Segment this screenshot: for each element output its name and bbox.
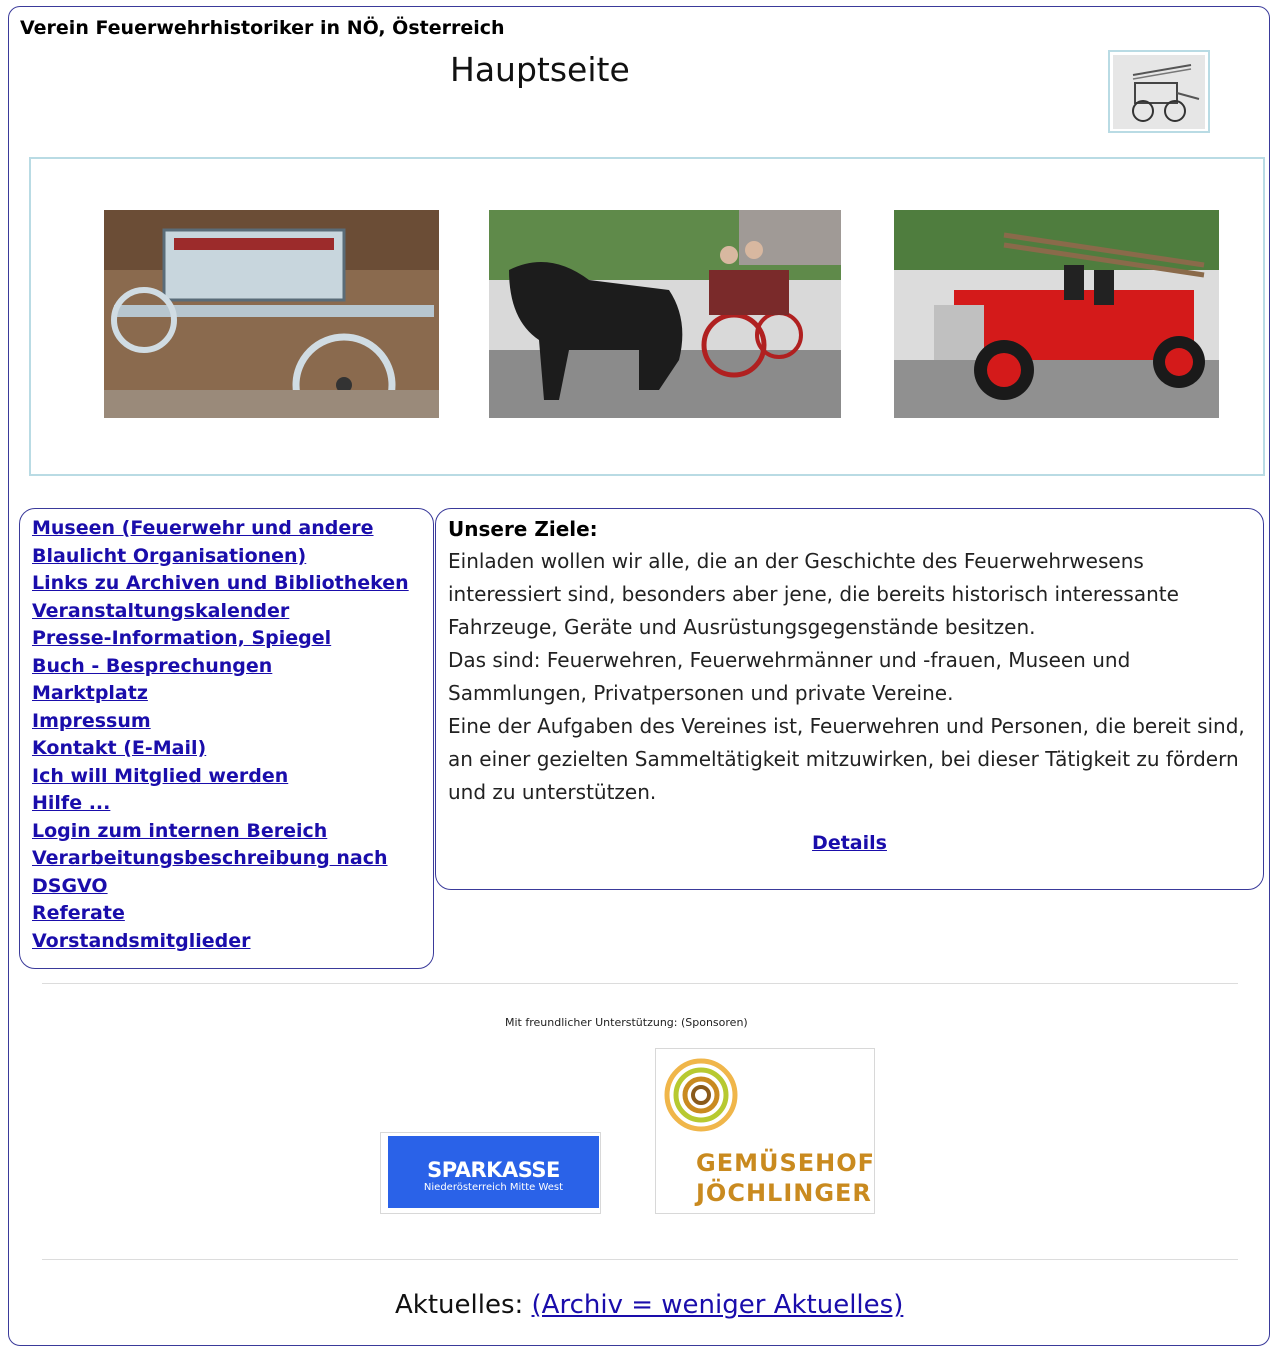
photo-horse-cart[interactable]: [104, 210, 439, 418]
goals-panel: Unsere Ziele: Einladen wollen wir alle, …: [435, 508, 1264, 890]
nav-link-processing[interactable]: Verarbeitungsbeschreibung nach: [32, 845, 421, 873]
nav-link-login[interactable]: Login zum internen Bereich: [32, 818, 421, 846]
gemuesehof-name-line2: JÖCHLINGER: [696, 1179, 872, 1207]
nav-link-archive[interactable]: Links zu Archiven und Bibliotheken: [32, 570, 421, 598]
details-link[interactable]: Details: [436, 832, 1263, 854]
fire-engine-logo[interactable]: [1108, 50, 1210, 133]
photo-red-fire-truck[interactable]: [894, 210, 1219, 418]
nav-link-membership[interactable]: Ich will Mitglied werden: [32, 763, 421, 791]
divider: [42, 983, 1238, 984]
nav-link-press[interactable]: Presse-Information, Spiegel: [32, 625, 421, 653]
nav-link-museen[interactable]: Museen (Feuerwehr und andere: [32, 515, 421, 543]
sparkasse-name: SPARKASSE: [427, 1158, 560, 1182]
nav-link-help[interactable]: Hilfe ...: [32, 790, 421, 818]
concentric-circles-icon: [664, 1058, 738, 1132]
nav-link-imprint[interactable]: Impressum: [32, 708, 421, 736]
fire-engine-sketch-icon: [1113, 54, 1205, 129]
sponsor-caption: Mit freundlicher Unterstützung: (Sponsor…: [505, 1016, 748, 1029]
news-archive-link[interactable]: (Archiv = weniger Aktuelles): [532, 1290, 904, 1320]
nav-link-calendar[interactable]: Veranstaltungskalender: [32, 598, 421, 626]
goals-paragraph: Einladen wollen wir alle, die an der Ges…: [448, 549, 1179, 639]
gemuesehof-logo[interactable]: GEMÜSEHOF JÖCHLINGER: [655, 1048, 875, 1214]
goals-paragraph: Das sind: Feuerwehren, Feuerwehrmänner u…: [448, 648, 1131, 705]
nav-link-contact[interactable]: Kontakt (E-Mail): [32, 735, 421, 763]
main-navigation: Museen (Feuerwehr und andere Blaulicht O…: [19, 508, 434, 969]
sparkasse-logo[interactable]: SPARKASSE Niederösterreich Mitte West: [380, 1132, 601, 1214]
goals-paragraph: Eine der Aufgaben des Vereines ist, Feue…: [448, 714, 1245, 804]
photo-horse-drawn-engine[interactable]: [489, 210, 841, 418]
gemuesehof-name-line1: GEMÜSEHOF: [696, 1149, 876, 1177]
nav-link-referate[interactable]: Referate: [32, 900, 421, 928]
goals-text: Einladen wollen wir alle, die an der Ges…: [448, 545, 1251, 809]
site-title: Verein Feuerwehrhistoriker in NÖ, Österr…: [20, 17, 505, 39]
page-title: Hauptseite: [450, 50, 630, 89]
news-heading: Aktuelles: (Archiv = weniger Aktuelles): [395, 1290, 903, 1320]
photo-gallery: [29, 157, 1265, 476]
nav-link-board[interactable]: Vorstandsmitglieder: [32, 928, 421, 956]
divider: [42, 1259, 1238, 1260]
news-label: Aktuelles:: [395, 1290, 524, 1320]
nav-link-marketplace[interactable]: Marktplatz: [32, 680, 421, 708]
nav-link-book-reviews[interactable]: Buch - Besprechungen: [32, 653, 421, 681]
goals-heading: Unsere Ziele:: [448, 517, 598, 541]
sparkasse-banner: SPARKASSE Niederösterreich Mitte West: [388, 1136, 599, 1208]
nav-link-museen-cont[interactable]: Blaulicht Organisationen): [32, 543, 421, 571]
sparkasse-region: Niederösterreich Mitte West: [423, 1182, 564, 1193]
nav-link-dsgvo[interactable]: DSGVO: [32, 873, 421, 901]
